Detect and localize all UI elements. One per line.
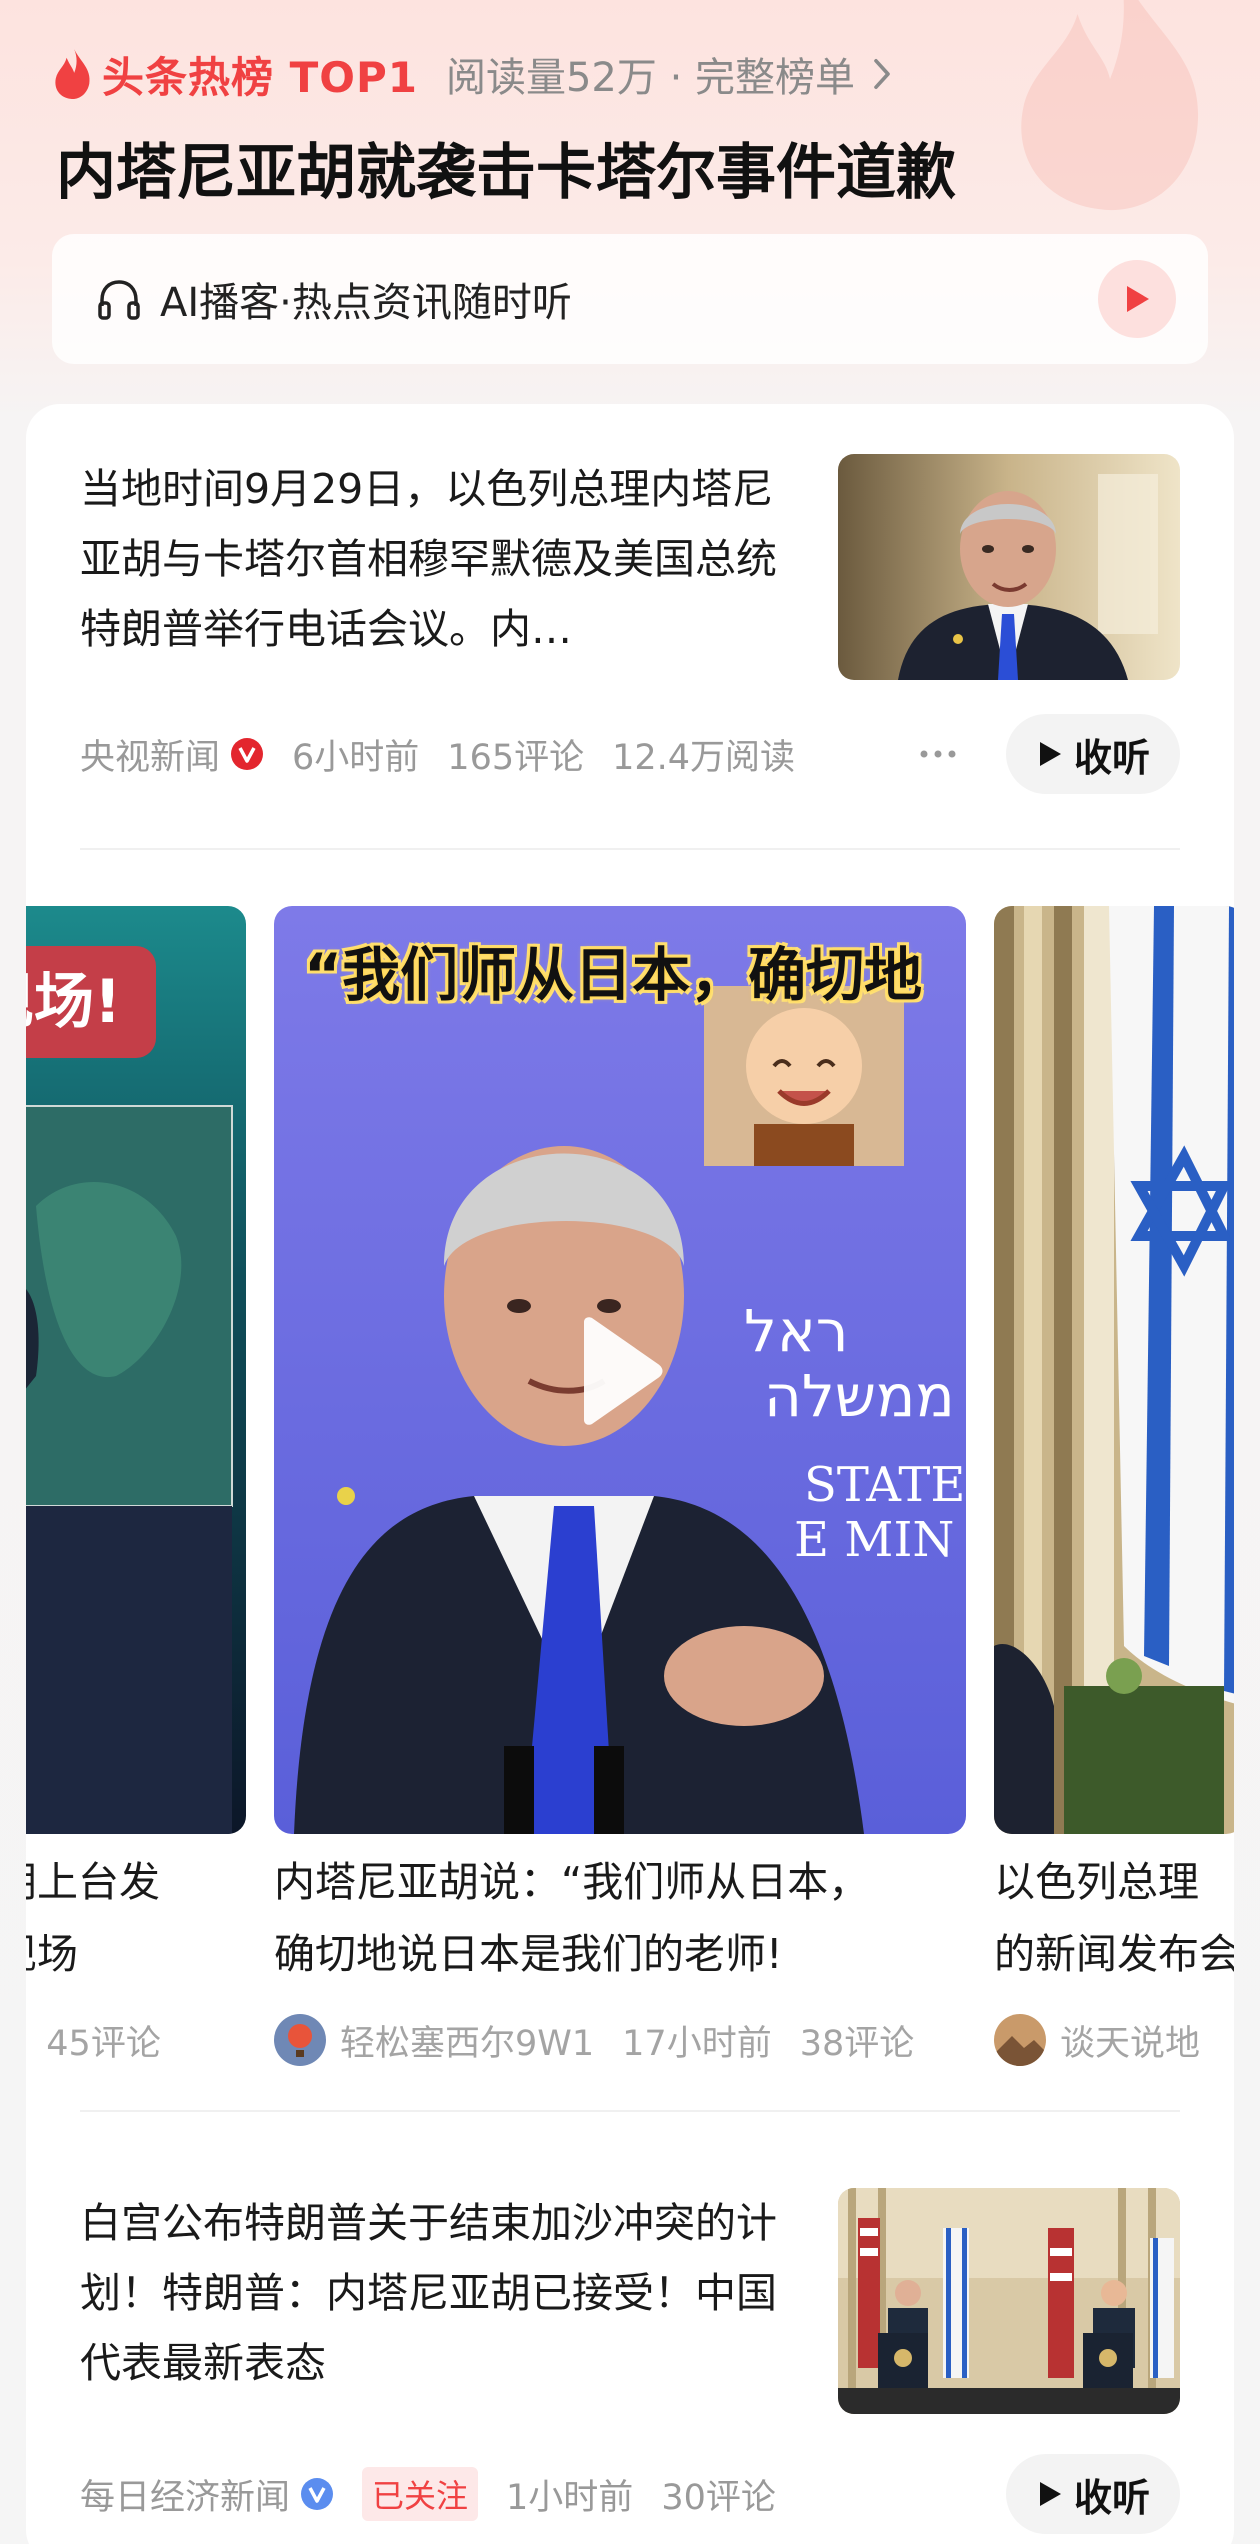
video-thumbnail[interactable] xyxy=(994,906,1234,1834)
video-title-line: 确切地说日本是我们的老师! xyxy=(274,1930,783,1978)
video-thumbnail[interactable]: ראל ממשלה STATE E MIN “我们师从日本，确切地 xyxy=(274,906,966,1834)
read-count: 12.4万阅读 xyxy=(612,737,796,778)
listen-label: 收听 xyxy=(1073,735,1150,780)
article-title[interactable]: 当地时间9月29日，以色列总理内塔尼亚胡与卡塔尔首相穆罕默德及美国总统特朗普举行… xyxy=(80,454,790,664)
source-name[interactable]: 央视新闻 xyxy=(80,729,220,780)
video-title[interactable]: 胡上台发 现场 xyxy=(26,1846,160,1990)
source-name[interactable]: 每日经济新闻 xyxy=(80,2469,290,2520)
video-title-line: 的新闻发布会 xyxy=(994,1930,1234,1978)
headphones-icon xyxy=(98,280,140,320)
chevron-right-icon xyxy=(874,59,890,89)
ai-podcast-bar[interactable]: AI播客·热点资讯随时听 xyxy=(52,234,1208,364)
video-card[interactable]: ראל ממשלה STATE E MIN “我们师从日本，确切地 内塔尼亚胡说… xyxy=(274,906,966,2140)
hot-topic-header: 头条热榜 TOP1 阅读量52万 · 完整榜单 内塔尼亚胡就袭击卡塔尔事件道歉 … xyxy=(0,0,1260,400)
page-title: 内塔尼亚胡就袭击卡塔尔事件道歉 xyxy=(56,138,956,208)
listen-label: 收听 xyxy=(1073,2475,1150,2520)
comment-count: 30评论 xyxy=(661,2477,776,2518)
full-list-link[interactable]: 阅读量52万 · 完整榜单 xyxy=(446,45,855,103)
video-card[interactable]: 以色列总理 的新闻发布会 谈天说地 xyxy=(994,906,1234,2140)
video-title-line: 胡上台发 xyxy=(26,1858,160,1906)
article-meta-row: 每日经济新闻 已关注 1小时前 30评论 收听 xyxy=(80,2454,1180,2534)
play-icon[interactable] xyxy=(574,1316,664,1426)
article-meta-row: 央视新闻 6小时前 165评论 12.4万阅读 收听 xyxy=(80,714,1180,794)
comment-count: 165评论 xyxy=(447,737,585,778)
video-meta: 9 45评论 xyxy=(26,2012,161,2068)
sign-text: STATE xyxy=(804,1457,965,1513)
play-icon xyxy=(1039,2482,1061,2506)
avatar[interactable] xyxy=(274,2014,326,2066)
netanyahu-portrait-image xyxy=(838,454,1180,680)
hot-list-rank-row[interactable]: 头条热榜 TOP1 阅读量52万 · 完整榜单 xyxy=(50,44,895,104)
video-title[interactable]: 以色列总理 的新闻发布会 xyxy=(994,1846,1234,1990)
article-thumbnail[interactable] xyxy=(838,2188,1180,2414)
author-name[interactable]: 轻松塞西尔9W1 xyxy=(340,2015,594,2066)
video-thumbnail[interactable]: 现场! xyxy=(26,906,246,1834)
video-title-line: 现场 xyxy=(26,1930,78,1978)
followed-badge[interactable]: 已关注 xyxy=(362,2467,479,2521)
rank-label: 头条热榜 TOP1 xyxy=(102,52,418,102)
flame-icon xyxy=(55,49,90,99)
listen-button[interactable]: 收听 xyxy=(1006,714,1180,794)
publish-time: 17小时前 xyxy=(622,2023,772,2064)
more-options-icon[interactable] xyxy=(918,736,958,772)
podcast-play-button[interactable] xyxy=(1098,260,1176,338)
verified-badge-icon xyxy=(231,738,264,770)
video-overlay-caption: “我们师从日本，确切地 xyxy=(304,941,923,1009)
publish-time: 1小时前 xyxy=(506,2477,634,2518)
article-item[interactable]: 当地时间9月29日，以色列总理内塔尼亚胡与卡塔尔首相穆罕默德及美国总统特朗普举行… xyxy=(80,454,1180,854)
divider xyxy=(80,848,1180,850)
video-carousel[interactable]: 现场! 胡上台发 现场 9 45评论 xyxy=(26,906,1234,2066)
avatar[interactable] xyxy=(994,2014,1046,2066)
video-meta: 轻松塞西尔9W1 17小时前 38评论 xyxy=(274,2012,914,2068)
publish-time: 6小时前 xyxy=(292,737,420,778)
video-overlay-badge: 现场! xyxy=(26,946,156,1058)
news-feed-card: 当地时间9月29日，以色列总理内塔尼亚胡与卡塔尔首相穆罕默德及美国总统特朗普举行… xyxy=(26,404,1234,2544)
video-title-line: 以色列总理 xyxy=(994,1858,1199,1906)
white-house-press-image xyxy=(838,2188,1180,2414)
video-card[interactable]: 现场! 胡上台发 现场 9 45评论 xyxy=(26,906,246,2140)
article-title[interactable]: 白宫公布特朗普关于结束加沙冲突的计划！特朗普：内塔尼亚胡已接受！中国代表最新表态 xyxy=(80,2188,790,2398)
comment-count: 38评论 xyxy=(799,2023,915,2064)
divider xyxy=(80,2110,1180,2112)
podcast-label: AI播客·热点资讯随时听 xyxy=(160,280,572,326)
hot-air-balloon-avatar-icon xyxy=(274,2014,326,2066)
sign-text: E MIN xyxy=(794,1512,954,1568)
listen-button[interactable]: 收听 xyxy=(1006,2454,1180,2534)
play-icon xyxy=(1127,286,1149,312)
sign-text: ממשלה xyxy=(764,1362,955,1430)
page: 头条热榜 TOP1 阅读量52万 · 完整榜单 内塔尼亚胡就袭击卡塔尔事件道歉 … xyxy=(0,0,1260,2544)
israel-flag-image xyxy=(994,906,1234,1834)
article-thumbnail[interactable] xyxy=(838,454,1180,680)
comment-count: 45评论 xyxy=(46,2023,161,2064)
play-icon xyxy=(1039,742,1061,766)
author-name[interactable]: 谈天说地 xyxy=(1060,2015,1200,2066)
video-title-line: 内塔尼亚胡说：“我们师从日本， xyxy=(274,1858,870,1906)
landscape-avatar-icon xyxy=(994,2014,1046,2066)
video-title[interactable]: 内塔尼亚胡说：“我们师从日本， 确切地说日本是我们的老师! xyxy=(274,1846,869,1990)
verified-badge-icon xyxy=(301,2478,334,2510)
sign-text: ראל xyxy=(744,1297,848,1365)
video-meta: 谈天说地 xyxy=(994,2012,1200,2068)
